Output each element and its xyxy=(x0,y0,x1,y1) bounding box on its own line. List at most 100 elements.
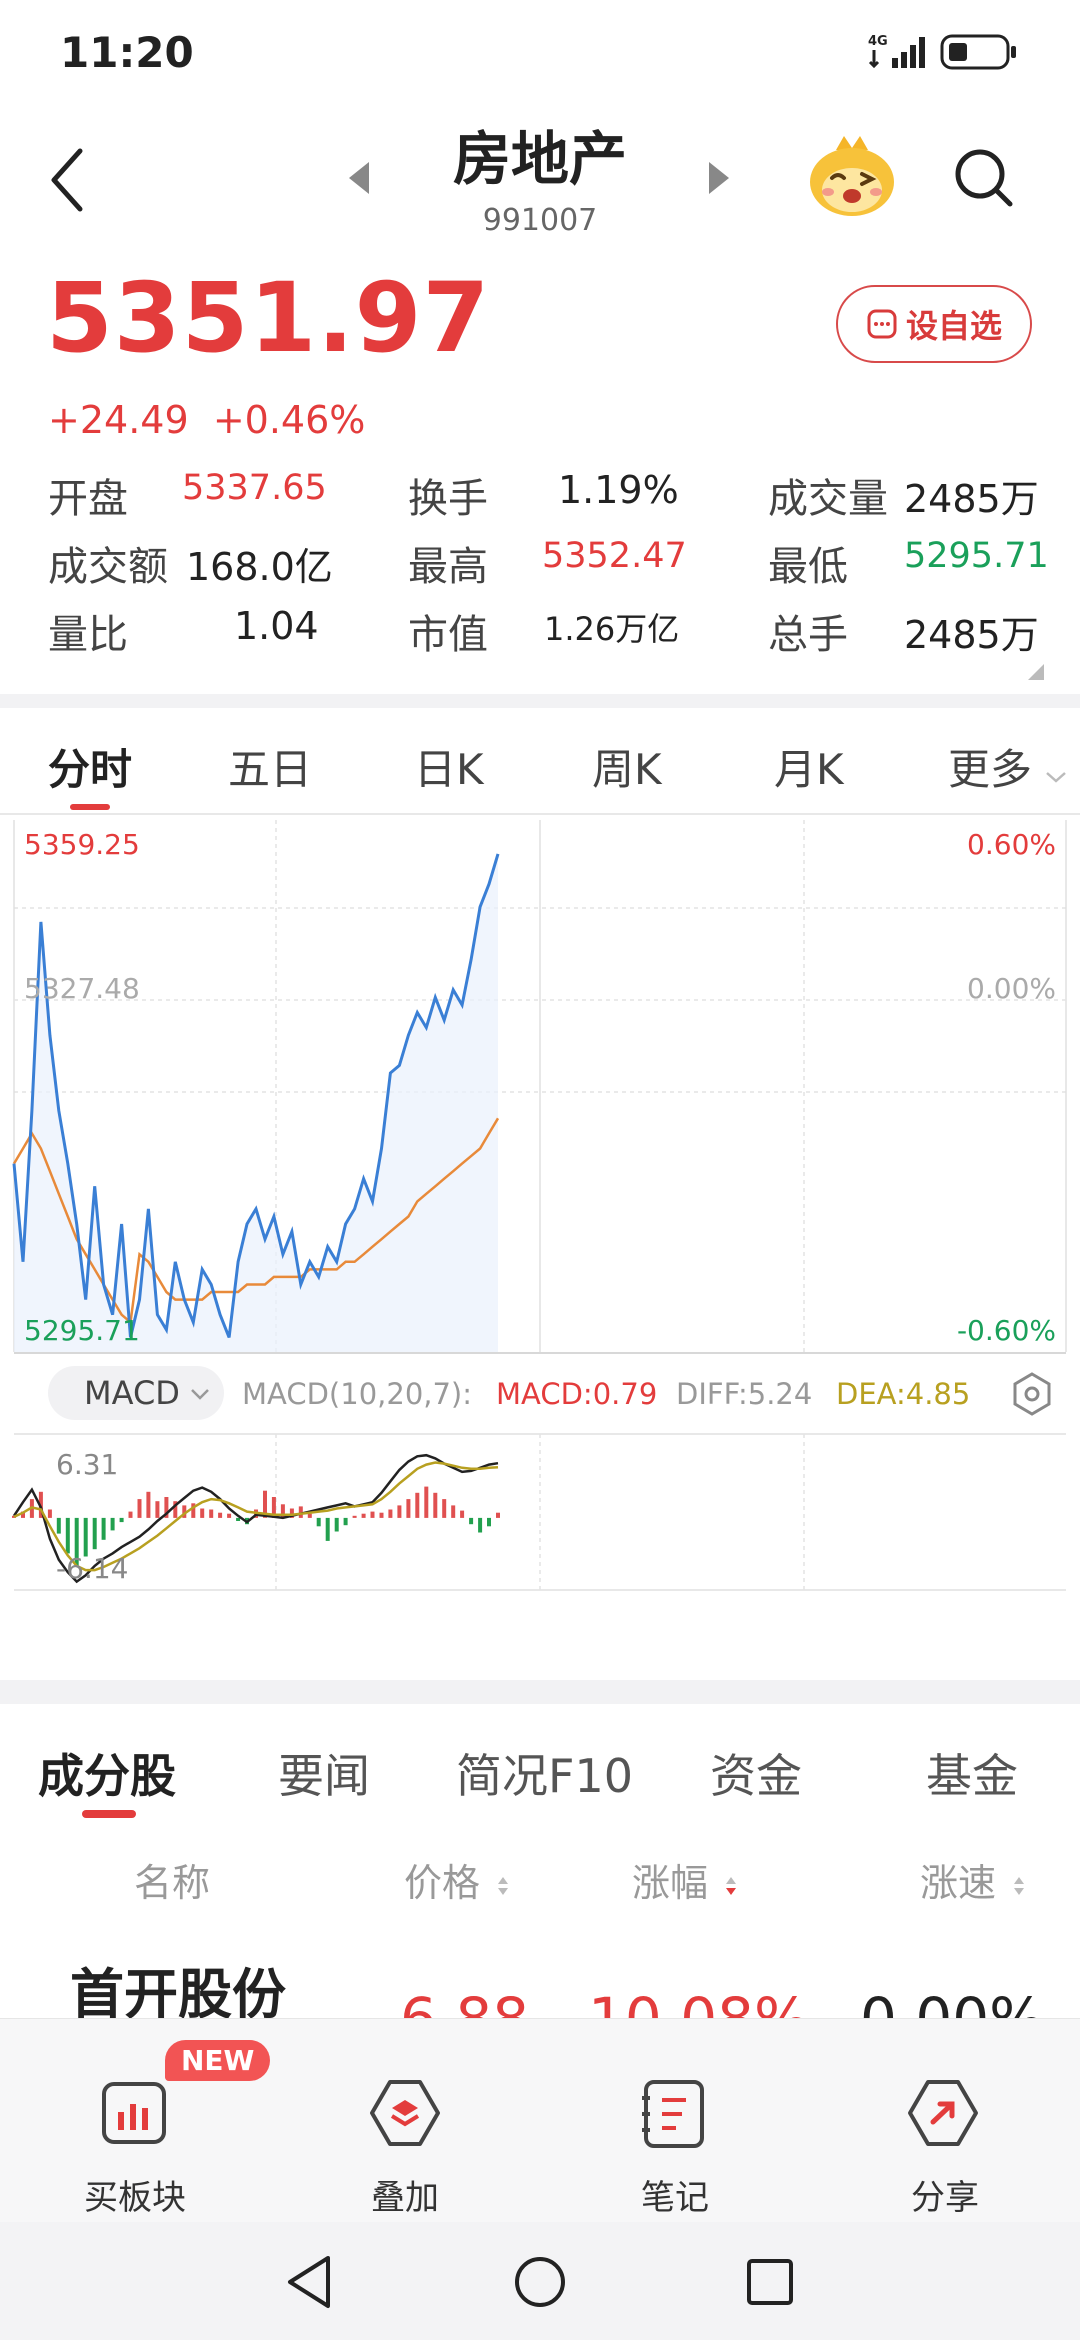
tab-fund[interactable]: 基金 xyxy=(926,1740,1018,1806)
column-change[interactable]: 涨幅 xyxy=(632,1852,738,1907)
notes-icon[interactable] xyxy=(640,2078,708,2154)
tab-daily-k[interactable]: 日K xyxy=(414,736,484,797)
macd-bar xyxy=(119,1517,124,1523)
macd-bar xyxy=(83,1517,88,1557)
macd-bar xyxy=(101,1517,106,1540)
tab-more-label: 更多 xyxy=(948,745,1033,794)
dea-value: DEA:4.85 xyxy=(836,1377,970,1411)
label-volume: 成交量 xyxy=(768,476,888,522)
current-price: 5351.97 xyxy=(46,262,491,374)
value-open: 5337.65 xyxy=(182,468,327,508)
label-turnover: 换手 xyxy=(408,476,488,522)
macd-bar xyxy=(325,1517,330,1541)
favorite-icon xyxy=(867,309,897,339)
tab-more[interactable]: 更多 xyxy=(948,736,1067,797)
tab-monthly-k[interactable]: 月K xyxy=(774,736,844,797)
settings-icon[interactable] xyxy=(1013,1372,1051,1416)
label-total-hands: 总手 xyxy=(768,612,848,658)
tab-funds-flow[interactable]: 资金 xyxy=(710,1740,802,1806)
value-market-cap: 1.26万亿 xyxy=(544,610,680,648)
intraday-chart[interactable]: 5359.25 5327.48 5295.71 0.60% 0.00% -0.6… xyxy=(0,812,1080,1672)
notes-button[interactable]: 笔记 xyxy=(595,2170,755,2219)
column-speed[interactable]: 涨速 xyxy=(920,1852,1026,1907)
label-high: 最高 xyxy=(408,544,488,590)
tab-weekly-k[interactable]: 周K xyxy=(592,736,662,797)
macd-selector-label: MACD xyxy=(84,1374,180,1412)
macd-bar xyxy=(415,1492,420,1518)
diff-value: DIFF:5.24 xyxy=(676,1377,812,1411)
macd-bar xyxy=(92,1517,97,1550)
nav-recents-icon[interactable] xyxy=(744,2256,796,2312)
macd-bar xyxy=(110,1517,115,1531)
macd-max-label: 6.31 xyxy=(56,1448,118,1481)
tab-f10[interactable]: 简况F10 xyxy=(456,1740,633,1806)
macd-bar xyxy=(469,1517,474,1525)
share-icon[interactable] xyxy=(906,2076,980,2154)
buy-sector-button[interactable]: 买板块 xyxy=(55,2170,215,2219)
macd-bar xyxy=(460,1510,465,1518)
macd-bar xyxy=(478,1517,483,1533)
macd-bar xyxy=(307,1513,312,1518)
label-market-cap: 市值 xyxy=(408,612,488,658)
expand-corner-icon[interactable] xyxy=(1026,662,1046,686)
column-price[interactable]: 价格 xyxy=(404,1852,510,1907)
macd-bar xyxy=(47,1509,52,1518)
overlay-button[interactable]: 叠加 xyxy=(325,2170,485,2219)
macd-bar xyxy=(397,1505,402,1518)
value-volume: 2485万 xyxy=(904,477,1039,521)
label-amount: 成交额 xyxy=(48,544,168,590)
add-favorite-label: 设自选 xyxy=(905,307,1002,345)
next-sector-button[interactable] xyxy=(705,160,733,200)
macd-min-label: -6.14 xyxy=(56,1552,128,1585)
value-total-hands: 2485万 xyxy=(904,613,1039,657)
macd-bar xyxy=(146,1491,151,1518)
overlay-icon[interactable] xyxy=(368,2076,442,2154)
macd-bar xyxy=(316,1517,321,1527)
macd-bar xyxy=(496,1512,500,1518)
macd-bar xyxy=(442,1499,447,1518)
value-turnover: 1.19% xyxy=(558,468,679,512)
value-high: 5352.47 xyxy=(542,536,687,576)
macd-bar xyxy=(334,1517,339,1532)
column-name[interactable]: 名称 xyxy=(134,1852,210,1907)
tab-constituents[interactable]: 成分股 xyxy=(38,1740,176,1806)
nav-back-icon[interactable] xyxy=(284,2254,334,2314)
sector-code: 991007 xyxy=(482,203,598,238)
column-change-label: 涨幅 xyxy=(632,1861,709,1905)
signal-icon: 4G xyxy=(868,32,932,76)
macd-bar xyxy=(370,1511,375,1518)
macd-bar xyxy=(128,1511,133,1518)
label-volume-ratio: 量比 xyxy=(48,612,128,658)
label-open: 开盘 xyxy=(48,476,128,522)
value-amount: 168.0亿 xyxy=(186,545,333,589)
sort-icon xyxy=(498,1876,509,1895)
tab-five-day[interactable]: 五日 xyxy=(228,736,312,797)
chevron-down-icon xyxy=(1046,772,1067,783)
new-badge: NEW xyxy=(165,2040,271,2081)
y-label-bottom: 5295.71 xyxy=(24,1314,140,1347)
y-label-mid: 5327.48 xyxy=(24,972,140,1005)
macd-bar xyxy=(209,1509,214,1518)
mascot-icon[interactable] xyxy=(806,136,898,224)
macd-bar xyxy=(487,1517,491,1527)
macd-bar xyxy=(424,1486,429,1518)
value-volume-ratio: 1.04 xyxy=(234,604,319,648)
macd-bar xyxy=(343,1517,348,1526)
share-button[interactable]: 分享 xyxy=(865,2170,1025,2219)
page-title: 房地产 xyxy=(452,125,627,193)
macd-bar xyxy=(352,1515,357,1518)
macd-bar xyxy=(200,1508,205,1518)
buy-sector-icon[interactable] xyxy=(98,2078,170,2154)
macd-bar xyxy=(218,1512,223,1518)
y-label-top: 5359.25 xyxy=(24,828,140,861)
add-favorite-button[interactable]: 设自选 xyxy=(836,285,1032,363)
search-icon[interactable] xyxy=(952,146,1016,214)
macd-params: MACD(10,20,7): xyxy=(242,1377,472,1411)
macd-bar xyxy=(227,1513,232,1518)
nav-home-icon[interactable] xyxy=(512,2254,568,2314)
network-type: 4G xyxy=(868,34,888,49)
tab-intraday[interactable]: 分时 xyxy=(48,736,132,797)
tab-news[interactable]: 要闻 xyxy=(278,1740,370,1806)
pct-label-mid: 0.00% xyxy=(967,972,1056,1005)
column-price-label: 价格 xyxy=(404,1861,481,1905)
